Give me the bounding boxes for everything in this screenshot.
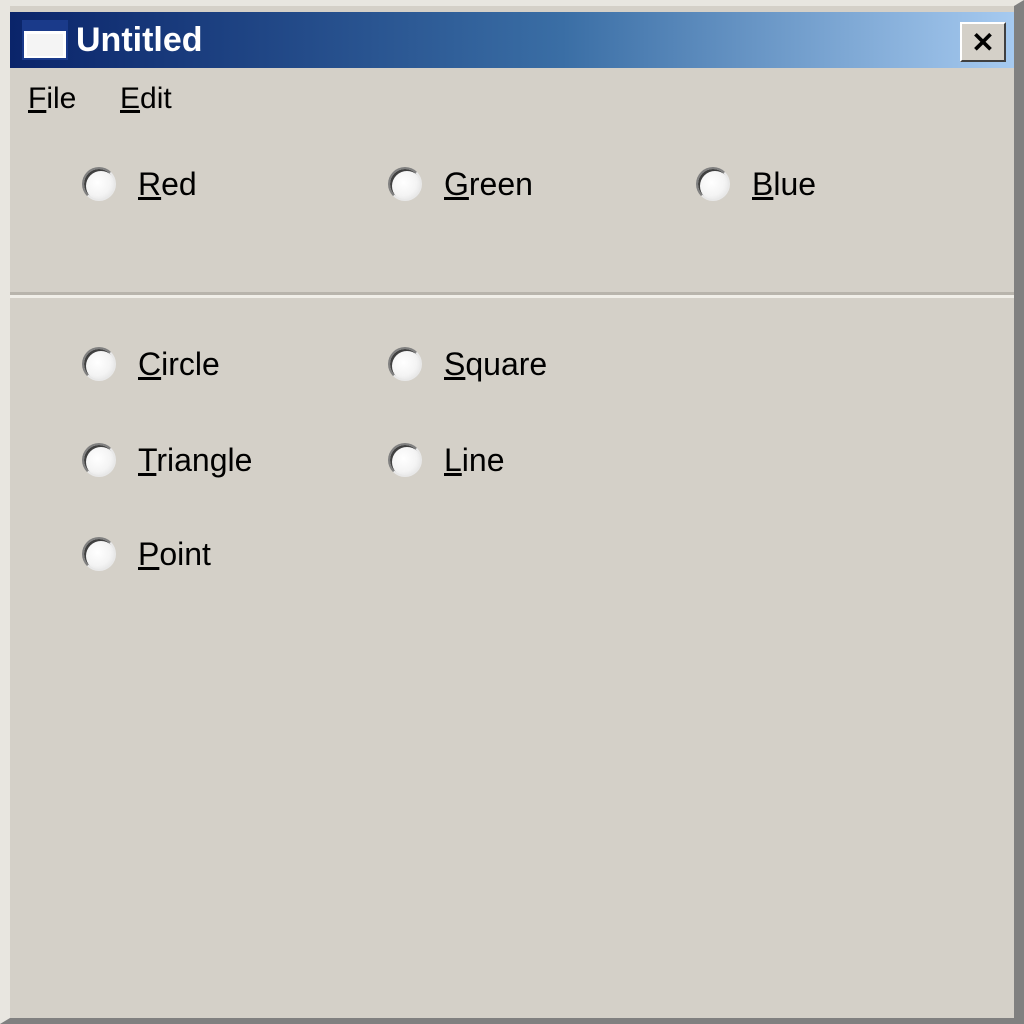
menu-file-accelerator: F: [28, 82, 47, 115]
radio-blue-accelerator: B: [752, 166, 774, 202]
radio-blue-text: lue: [773, 166, 817, 202]
radio-point-accelerator: P: [138, 536, 160, 572]
radio-point-text: oint: [159, 536, 211, 572]
app-window: Untitled ✕ File Edit Red Green Blue Circ…: [0, 0, 1024, 1024]
radio-green-label: Green: [444, 166, 533, 202]
radio-square-label: Square: [444, 346, 547, 382]
radio-red-accelerator: R: [138, 166, 162, 202]
close-button[interactable]: ✕: [960, 22, 1006, 62]
radio-circle-label: Circle: [138, 346, 220, 382]
close-icon: ✕: [971, 26, 995, 58]
radio-blue-label: Blue: [752, 166, 816, 202]
menu-file[interactable]: File: [28, 82, 76, 116]
radio-point[interactable]: Point: [82, 536, 211, 572]
radio-square[interactable]: Square: [388, 346, 547, 382]
radio-green-text: reen: [468, 166, 533, 202]
radio-green-button[interactable]: [388, 167, 422, 201]
radio-blue-button[interactable]: [696, 167, 730, 201]
menu-file-label: ile: [46, 82, 77, 115]
radio-line-accelerator: L: [444, 442, 462, 478]
radio-circle-text: ircle: [161, 346, 220, 382]
radio-green-accelerator: G: [444, 166, 469, 202]
title-bar[interactable]: Untitled ✕: [10, 12, 1014, 68]
radio-point-label: Point: [138, 536, 211, 572]
menu-edit-label: dit: [140, 82, 172, 115]
radio-circle-accelerator: C: [138, 346, 162, 382]
radio-triangle-label: Triangle: [138, 442, 252, 478]
radio-red[interactable]: Red: [82, 166, 197, 202]
radio-line[interactable]: Line: [388, 442, 505, 478]
radio-square-accelerator: S: [444, 346, 466, 382]
radio-triangle[interactable]: Triangle: [82, 442, 252, 478]
radio-red-text: ed: [161, 166, 197, 202]
radio-line-text: ine: [461, 442, 505, 478]
menu-bar: File Edit: [10, 72, 1014, 122]
window-title: Untitled: [76, 21, 203, 59]
group-separator: [10, 292, 1014, 298]
radio-triangle-text: riangle: [156, 442, 253, 478]
radio-circle[interactable]: Circle: [82, 346, 220, 382]
radio-circle-button[interactable]: [82, 347, 116, 381]
menu-edit[interactable]: Edit: [120, 82, 172, 116]
radio-blue[interactable]: Blue: [696, 166, 816, 202]
radio-red-button[interactable]: [82, 167, 116, 201]
radio-square-button[interactable]: [388, 347, 422, 381]
radio-triangle-button[interactable]: [82, 443, 116, 477]
radio-line-label: Line: [444, 442, 505, 478]
menu-edit-accelerator: E: [120, 82, 141, 115]
radio-triangle-accelerator: T: [138, 442, 157, 478]
window-icon: [22, 20, 68, 60]
radio-square-text: quare: [465, 346, 548, 382]
radio-red-label: Red: [138, 166, 197, 202]
radio-green[interactable]: Green: [388, 166, 533, 202]
radio-line-button[interactable]: [388, 443, 422, 477]
radio-point-button[interactable]: [82, 537, 116, 571]
